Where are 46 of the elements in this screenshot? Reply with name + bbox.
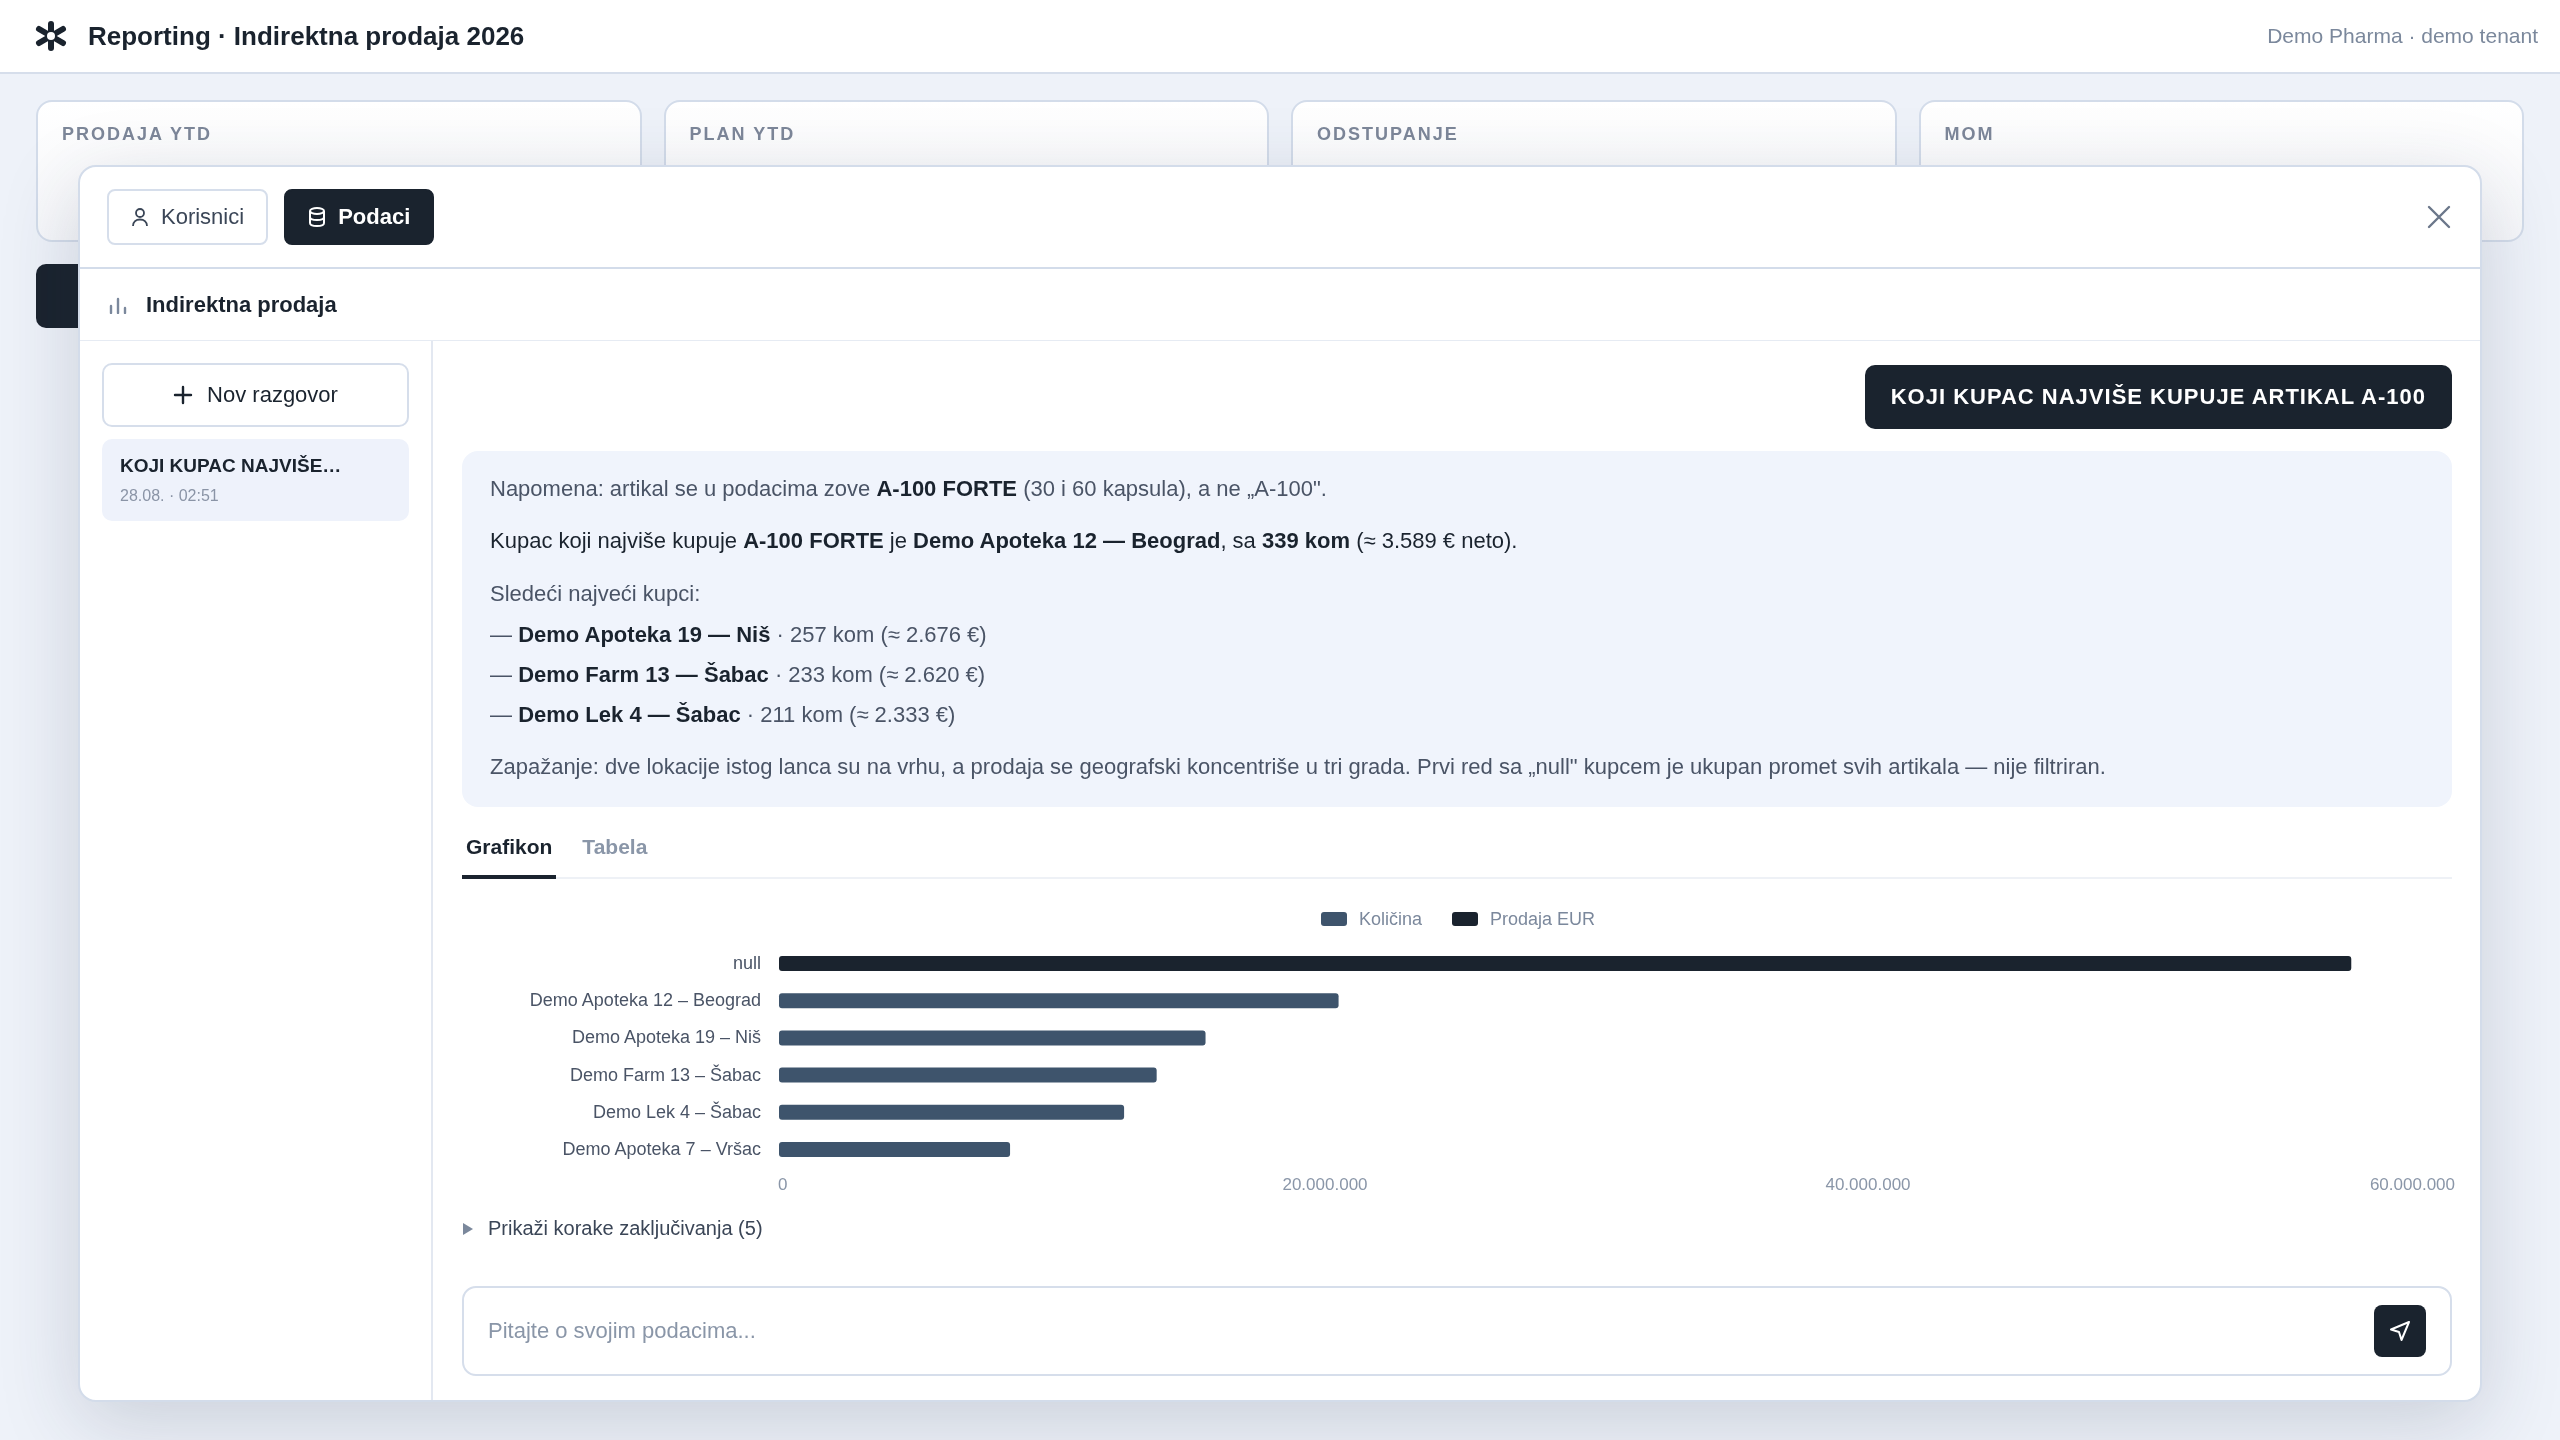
tab[interactable]: Podaci bbox=[284, 189, 435, 245]
send-icon bbox=[2388, 1319, 2412, 1343]
legend-label: Količina bbox=[1359, 909, 1423, 929]
category-label: Demo Farm 13 – Šabac bbox=[569, 1064, 761, 1085]
category-label: null bbox=[732, 953, 761, 973]
database-icon bbox=[308, 207, 327, 227]
view-tab[interactable]: Grafikon bbox=[462, 821, 557, 879]
caret-icon bbox=[462, 1221, 474, 1236]
axis-tick-label: 0 bbox=[778, 1175, 788, 1194]
legend-swatch bbox=[1452, 912, 1478, 926]
axis-tick-label: 20.000.000 bbox=[1282, 1175, 1368, 1194]
category-label: Demo Apoteka 12 – Beograd bbox=[529, 990, 761, 1011]
logo-icon bbox=[34, 20, 68, 52]
legend-label: Prodaja EUR bbox=[1490, 909, 1596, 929]
conversation-time: 28.08. · 02:51 bbox=[120, 487, 220, 505]
axis-tick-label: 40.000.000 bbox=[1825, 1175, 1911, 1194]
answer-text: Kupac koji najviše kupuje A-100 FORTE je Demo Apoteka 12 — Beograd, sa 339 kom (≈ 3.589 € neto). bbox=[490, 527, 1519, 555]
reasoning-toggle[interactable]: Prikaži korake zaključivanja (5) bbox=[462, 1211, 763, 1246]
kpi-label: PRODAJA YTD bbox=[62, 124, 213, 144]
kpi-label: ODSTUPANJE bbox=[1317, 124, 1459, 144]
question-input[interactable]: Pitajte o svojim podacima... bbox=[462, 1286, 2452, 1376]
answer-text: Napomena: artikal se u podacima zove A-100 FORTE (30 i 60 kapsula), a ne „A-100". bbox=[490, 475, 1328, 503]
tab[interactable]: Korisnici bbox=[107, 189, 269, 245]
list-item: — Demo Farm 13 — Šabac · 233 kom (≈ 2.620 €) bbox=[490, 661, 987, 689]
category-label: Demo Apoteka 7 – Vršac bbox=[562, 1139, 761, 1159]
person-icon bbox=[131, 207, 149, 227]
list-heading: Sledeći najveći kupci: bbox=[490, 580, 702, 608]
kpi-label: PLAN YTD bbox=[689, 124, 796, 144]
axis-tick-label: 60.000.000 bbox=[2369, 1175, 2455, 1194]
list-item: — Demo Lek 4 — Šabac · 211 kom (≈ 2.333 €) bbox=[490, 701, 957, 729]
list-item: — Demo Apoteka 19 — Niš · 257 kom (≈ 2.676 €) bbox=[490, 621, 988, 649]
app-title: Reporting · Indirektna prodaja 2026 bbox=[88, 20, 526, 52]
kpi-label: MOM bbox=[1944, 124, 1995, 144]
new-chat-button[interactable]: Nov razgovor bbox=[102, 363, 409, 427]
legend-swatch bbox=[1321, 912, 1347, 926]
section-title: Indirektna prodaja bbox=[146, 291, 337, 318]
plus-icon bbox=[173, 385, 194, 405]
answer-text: Zapažanje: dve lokacije istog lanca su na vrhu, a prodaja se geografski koncentriše u tri grada. Prvi red sa „null" kupcem je ukupan promet svih artikala — nije filtriran. bbox=[490, 753, 2107, 781]
question-bubble: KOJI KUPAC NAJVIŠE KUPUJE ARTIKAL A-100 bbox=[1864, 365, 2452, 429]
category-label: Demo Lek 4 – Šabac bbox=[592, 1101, 761, 1122]
conversation-item[interactable]: KOJI KUPAC NAJVIŠE… 28.08. · 02:51 bbox=[102, 439, 409, 521]
tenant-label: Demo Pharma · demo tenant bbox=[2267, 24, 2538, 48]
category-label: Demo Apoteka 19 – Niš bbox=[571, 1027, 761, 1048]
send-button[interactable] bbox=[2374, 1305, 2426, 1357]
bar-chart-icon bbox=[108, 295, 128, 314]
conversation-title: KOJI KUPAC NAJVIŠE… bbox=[120, 455, 343, 477]
